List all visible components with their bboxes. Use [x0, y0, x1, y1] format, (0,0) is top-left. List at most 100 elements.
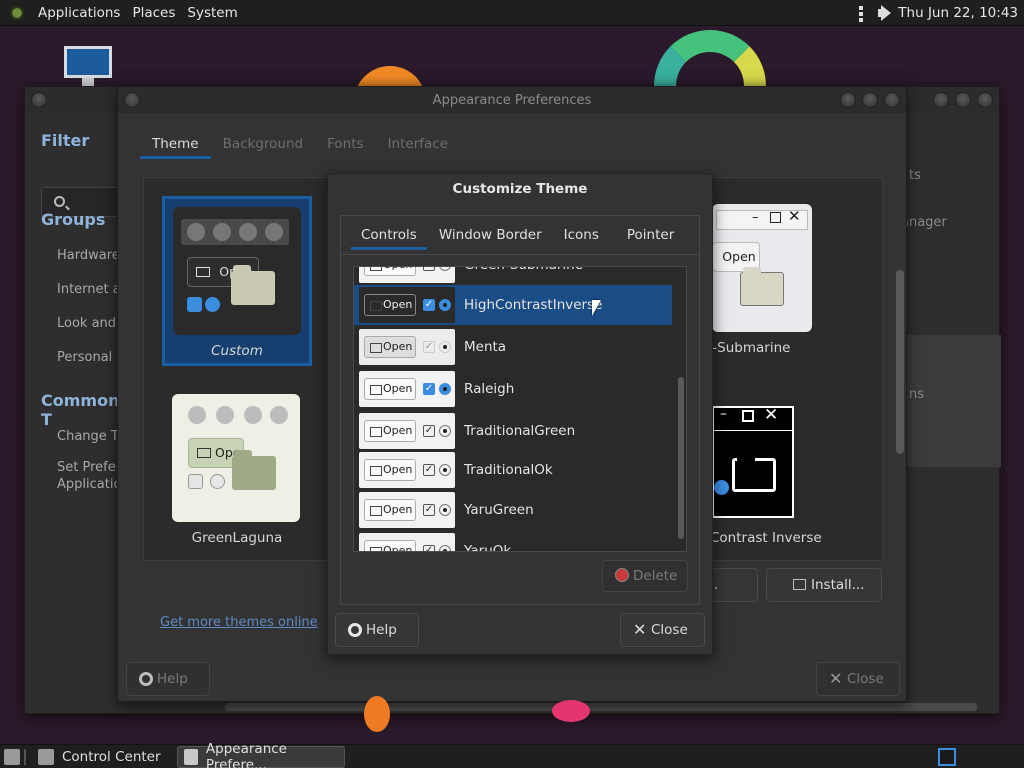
minimize-icon: – [720, 406, 727, 422]
theme-preview: Open [172, 394, 300, 522]
folder-icon [732, 455, 776, 492]
titlebar-button-icon [270, 406, 288, 424]
tab-window-border[interactable]: Window Border [429, 220, 552, 250]
workspace-switcher[interactable] [938, 747, 956, 766]
theme-preview: – ✕ [712, 405, 794, 518]
maximize-button[interactable] [862, 92, 878, 108]
titlebar-button-icon [213, 223, 231, 241]
system-menu[interactable]: System [181, 5, 243, 21]
minimize-button[interactable] [840, 92, 856, 108]
horizontal-scrollbar[interactable] [225, 703, 977, 711]
group-hardware[interactable]: Hardware [57, 248, 120, 263]
minimize-button[interactable] [933, 92, 949, 108]
tab-theme[interactable]: Theme [140, 129, 211, 159]
list-item-selected[interactable]: Open ✓ HighContrastInverse [354, 285, 672, 325]
customize-tab-frame: Controls Window Border Icons Pointer Ope… [340, 215, 700, 605]
tab-pointer[interactable]: Pointer [617, 220, 684, 250]
common-set-preferred[interactable]: Set Prefer [57, 460, 121, 475]
appearance-tabs: Theme Background Fonts Interface [140, 129, 460, 159]
delete-button[interactable]: Delete [602, 560, 688, 592]
folder-icon [740, 267, 784, 306]
theme-preview: – ✕ Open [712, 204, 812, 332]
theme-name: Contrast Inverse [710, 530, 822, 546]
folder-icon [231, 265, 275, 305]
list-item[interactable]: Open ✓ TraditionalOk [354, 450, 672, 490]
list-item[interactable]: Open ✓ Raleigh [354, 369, 672, 409]
tab-background[interactable]: Background [211, 129, 316, 159]
tab-controls[interactable]: Controls [351, 220, 427, 250]
theme-name: GreenLaguna [191, 530, 283, 546]
maximize-icon [742, 410, 754, 422]
cc-item-label: anager [901, 215, 947, 230]
install-button[interactable]: Install... [766, 568, 882, 602]
theme-name: Custom [211, 343, 263, 359]
list-item[interactable]: Open ✓ TraditionalGreen [354, 411, 672, 451]
common-applications[interactable]: Applicatio [57, 477, 121, 492]
theme-card-highcontrast-inverse[interactable]: – ✕ Contrast Inverse [704, 390, 854, 560]
window-menu-button[interactable] [124, 92, 140, 108]
panel-separator [24, 748, 26, 765]
minimize-icon: – [752, 210, 759, 225]
speaker-icon[interactable] [876, 4, 892, 22]
window-menu-button[interactable] [31, 92, 47, 108]
maximize-button[interactable] [955, 92, 971, 108]
theme-name: e-Submarine [704, 340, 791, 356]
list-item[interactable]: Open ✓ Menta [354, 327, 672, 367]
dialog-close-button[interactable]: ✕ Close [620, 613, 705, 647]
checkbox-icon [188, 474, 203, 489]
clock[interactable]: Thu Jun 22, 10:43 [898, 5, 1018, 21]
list-item[interactable]: Open ✓ YaruOk [354, 531, 672, 551]
close-icon: ✕ [764, 405, 779, 425]
taskbar-control-center[interactable]: Control Center [32, 746, 167, 768]
tab-fonts[interactable]: Fonts [315, 129, 375, 159]
dialog-help-button[interactable]: Help [335, 613, 419, 647]
menu-dots-icon[interactable] [854, 4, 870, 22]
group-look-and-feel[interactable]: Look and [57, 316, 116, 331]
titlebar-button-icon [265, 223, 283, 241]
computer-desktop-icon[interactable] [62, 46, 114, 86]
titlebar-button-icon [188, 406, 206, 424]
group-personal[interactable]: Personal [57, 350, 112, 365]
customize-tabs: Controls Window Border Icons Pointer [341, 220, 699, 250]
theme-grid-scrollbar[interactable] [896, 270, 904, 454]
control-center-icon [38, 748, 54, 765]
taskbar-appearance-preferences[interactable]: Appearance Prefere... [176, 741, 345, 768]
places-menu[interactable]: Places [126, 5, 181, 21]
list-scrollbar-thumb[interactable] [678, 377, 684, 539]
list-item[interactable]: Open ✓ YaruGreen [354, 490, 672, 530]
maximize-icon [770, 212, 781, 223]
dialog-title[interactable]: Customize Theme [328, 174, 712, 206]
theme-thumbnail: Open ✓ [359, 371, 455, 407]
list-item[interactable]: Open✓ Green-Submarine [354, 267, 672, 285]
applications-menu[interactable]: Applications [32, 5, 126, 21]
window-close-button[interactable] [884, 92, 900, 108]
distro-logo-icon[interactable] [8, 3, 26, 22]
help-icon [348, 623, 362, 637]
help-button[interactable]: Help [126, 662, 210, 696]
controls-theme-list[interactable]: Open✓ Green-Submarine Open ✓ HighContras… [353, 266, 687, 552]
theme-card-custom[interactable]: Open Custom [162, 196, 312, 366]
theme-name: TraditionalOk [464, 462, 553, 478]
radio-icon [714, 480, 729, 495]
theme-thumbnail: Open✓ [359, 452, 455, 488]
list-scrollbar[interactable] [674, 267, 686, 551]
checkbox-icon [187, 297, 202, 312]
cc-item-label: ts [909, 168, 921, 183]
group-internet[interactable]: Internet a [57, 282, 121, 297]
get-more-themes-link[interactable]: Get more themes online [160, 615, 318, 630]
theme-thumbnail: Open ✓ [359, 287, 455, 323]
appearance-titlebar[interactable]: Appearance Preferences [118, 87, 906, 113]
theme-card-greenlaguna[interactable]: Open GreenLaguna [162, 390, 312, 560]
theme-preview: Open [173, 207, 301, 335]
help-icon [139, 672, 153, 686]
appearance-icon [183, 748, 198, 765]
close-button[interactable]: ✕ Close [816, 662, 900, 696]
tab-icons[interactable]: Icons [554, 220, 609, 250]
filter-heading: Filter [41, 131, 90, 150]
theme-card-green-submarine[interactable]: – ✕ Open e-Submarine [704, 196, 854, 366]
customize-theme-dialog: Customize Theme Controls Window Border I… [327, 173, 713, 655]
window-close-button[interactable] [977, 92, 993, 108]
show-desktop-icon[interactable] [4, 748, 20, 765]
cc-item-label: ns [909, 387, 925, 402]
tab-interface[interactable]: Interface [376, 129, 460, 159]
